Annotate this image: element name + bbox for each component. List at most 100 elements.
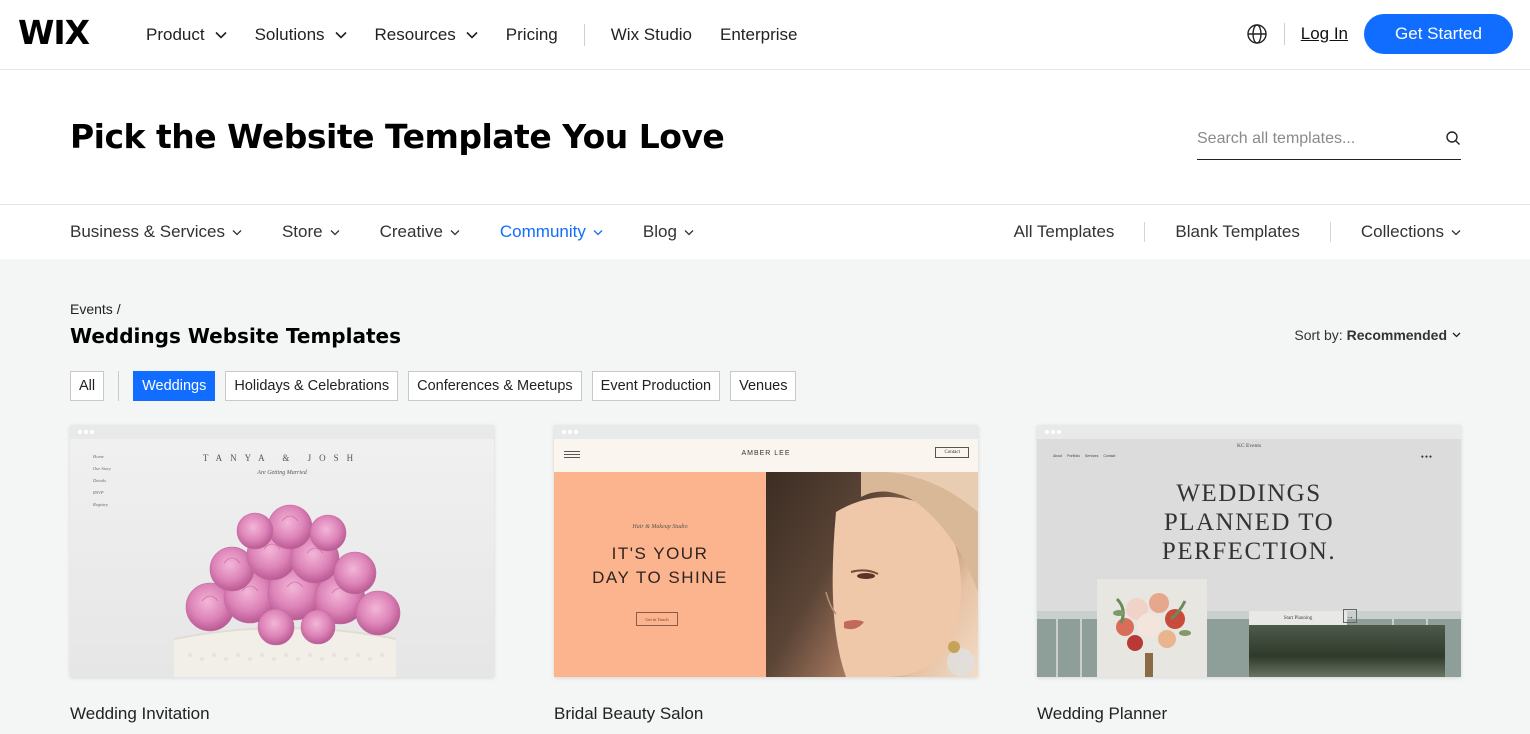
chevron-down-icon bbox=[593, 229, 603, 235]
hero: Pick the Website Template You Love bbox=[0, 70, 1530, 205]
collections-label: Collections bbox=[1360, 222, 1444, 241]
browser-dot bbox=[1057, 430, 1061, 434]
category-community[interactable]: Community bbox=[500, 222, 603, 242]
filter-weddings[interactable]: Weddings bbox=[133, 371, 216, 401]
chevron-down-icon bbox=[330, 229, 340, 235]
preview-menu: Home Our Story Details RSVP Registry bbox=[93, 451, 111, 511]
nav-enterprise[interactable]: Enterprise bbox=[720, 23, 797, 47]
template-thumbnail[interactable]: TANYA & JOSH Are Getting Married Home Ou… bbox=[70, 425, 494, 677]
filter-event-production[interactable]: Event Production bbox=[591, 371, 721, 401]
wix-logo[interactable]: WIX bbox=[18, 15, 90, 51]
all-templates-link[interactable]: All Templates bbox=[1014, 222, 1115, 242]
collections-link[interactable]: Collections bbox=[1361, 222, 1461, 242]
template-card-wedding-invitation[interactable]: TANYA & JOSH Are Getting Married Home Ou… bbox=[70, 425, 494, 724]
preview-headline-line: PERFECTION. bbox=[1161, 538, 1337, 565]
filter-chips: All Weddings Holidays & Celebrations Con… bbox=[70, 371, 806, 401]
globe-icon[interactable] bbox=[1246, 23, 1268, 45]
browser-dot bbox=[90, 430, 94, 434]
top-navigation: WIX Product Solutions Resources Pricing … bbox=[0, 0, 1530, 70]
bridal-salon-preview: AMBER LEE Contact Hair & Makeup Studio I… bbox=[554, 439, 978, 677]
filter-all[interactable]: All bbox=[70, 371, 105, 401]
chevron-down-icon bbox=[215, 31, 227, 39]
template-thumbnail[interactable]: AMBER LEE Contact Hair & Makeup Studio I… bbox=[554, 425, 978, 677]
category-label: Business & Services bbox=[70, 222, 225, 241]
category-business-services[interactable]: Business & Services bbox=[70, 222, 242, 242]
template-search bbox=[1197, 118, 1461, 160]
template-gallery: Events / Weddings Website Templates Sort… bbox=[0, 259, 1530, 734]
browser-bar bbox=[70, 425, 494, 439]
preview-headline: IT'S YOUR DAY TO SHINE bbox=[554, 542, 766, 590]
search-icon[interactable] bbox=[1445, 130, 1461, 146]
nav-product-label: Product bbox=[146, 25, 205, 44]
chevron-down-icon bbox=[232, 229, 242, 235]
preview-peach-panel: Hair & Makeup Studio IT'S YOUR DAY TO SH… bbox=[554, 472, 766, 677]
preview-logo: KC Events bbox=[1237, 443, 1261, 449]
browser-bar bbox=[1037, 425, 1461, 439]
browser-dot bbox=[1051, 430, 1055, 434]
nav-pricing[interactable]: Pricing bbox=[506, 23, 558, 47]
bouquet-image bbox=[1097, 579, 1207, 677]
template-title[interactable]: Wedding Planner bbox=[1037, 704, 1461, 724]
nav-product[interactable]: Product bbox=[146, 23, 227, 47]
template-title[interactable]: Wedding Invitation bbox=[70, 704, 494, 724]
nav-divider bbox=[1283, 23, 1285, 45]
category-bar: Business & Services Store Creative Commu… bbox=[0, 205, 1530, 259]
portrait-image bbox=[766, 472, 978, 677]
browser-dot bbox=[84, 430, 88, 434]
nav-divider bbox=[583, 24, 585, 46]
template-title[interactable]: Bridal Beauty Salon bbox=[554, 704, 978, 724]
chevron-down-icon bbox=[450, 229, 460, 235]
preview-headline-line: IT'S YOUR bbox=[611, 544, 709, 563]
bouquet-illustration bbox=[1113, 593, 1191, 677]
preview-subtitle: Are Getting Married bbox=[257, 470, 307, 476]
browser-dot bbox=[574, 430, 578, 434]
preview-menu-item: Our Story bbox=[93, 466, 111, 471]
woman-portrait-illustration bbox=[825, 472, 978, 677]
category-label: Community bbox=[499, 222, 586, 241]
breadcrumb[interactable]: Events / bbox=[70, 301, 121, 317]
template-card-wedding-planner[interactable]: KC Events About Portfolio Services Conta… bbox=[1037, 425, 1461, 724]
filter-conferences-meetups[interactable]: Conferences & Meetups bbox=[408, 371, 582, 401]
category-creative[interactable]: Creative bbox=[380, 222, 460, 242]
browser-dot bbox=[562, 430, 566, 434]
chevron-down-icon bbox=[334, 31, 347, 39]
search-input[interactable] bbox=[1197, 129, 1427, 148]
category-right-links: All Templates Blank Templates Collection… bbox=[1014, 222, 1461, 242]
browser-bar bbox=[554, 425, 978, 439]
template-thumbnail[interactable]: KC Events About Portfolio Services Conta… bbox=[1037, 425, 1461, 677]
category-store[interactable]: Store bbox=[282, 222, 340, 242]
link-divider bbox=[1144, 222, 1146, 242]
nav-right: Log In Get Started bbox=[1246, 14, 1513, 54]
filter-venues[interactable]: Venues bbox=[730, 371, 797, 401]
category-blog[interactable]: Blog bbox=[643, 222, 694, 242]
page-headline: Pick the Website Template You Love bbox=[70, 117, 725, 156]
template-card-bridal-beauty-salon[interactable]: AMBER LEE Contact Hair & Makeup Studio I… bbox=[554, 425, 978, 724]
nav-solutions-label: Solutions bbox=[254, 25, 325, 44]
get-started-button[interactable]: Get Started bbox=[1364, 14, 1513, 54]
preview-menu-item: Registry bbox=[93, 502, 108, 507]
nav-solutions[interactable]: Solutions bbox=[255, 23, 347, 47]
venue-image bbox=[1249, 625, 1445, 677]
preview-headline-line: PLANNED TO bbox=[1163, 509, 1335, 536]
preview-tagline: Hair & Makeup Studio bbox=[632, 524, 688, 530]
preview-cta-button: Get in Touch bbox=[636, 612, 678, 626]
sort-value: Recommended bbox=[1346, 327, 1447, 343]
login-link[interactable]: Log In bbox=[1301, 24, 1348, 44]
social-icons: ●●● bbox=[1421, 454, 1433, 460]
blank-templates-link[interactable]: Blank Templates bbox=[1175, 222, 1299, 242]
nav-wix-studio[interactable]: Wix Studio bbox=[611, 23, 692, 47]
nav-wix-studio-label: Wix Studio bbox=[610, 25, 693, 44]
preview-contact-button: Contact bbox=[935, 447, 969, 458]
chevron-down-icon bbox=[684, 229, 694, 235]
filter-divider bbox=[118, 371, 120, 401]
filter-holidays-celebrations[interactable]: Holidays & Celebrations bbox=[225, 371, 399, 401]
nav-resources[interactable]: Resources bbox=[375, 23, 478, 47]
preview-names: TANYA & JOSH bbox=[202, 453, 362, 463]
preview-menu-item: Home bbox=[93, 454, 104, 459]
sort-dropdown[interactable]: Sort by: Recommended bbox=[1294, 327, 1461, 343]
sort-label: Sort by: bbox=[1294, 327, 1343, 343]
peony-cake-image bbox=[173, 504, 401, 677]
preview-cta-button: Start Planning bbox=[1249, 611, 1347, 625]
preview-header: AMBER LEE Contact bbox=[554, 439, 978, 472]
browser-dot bbox=[568, 430, 572, 434]
